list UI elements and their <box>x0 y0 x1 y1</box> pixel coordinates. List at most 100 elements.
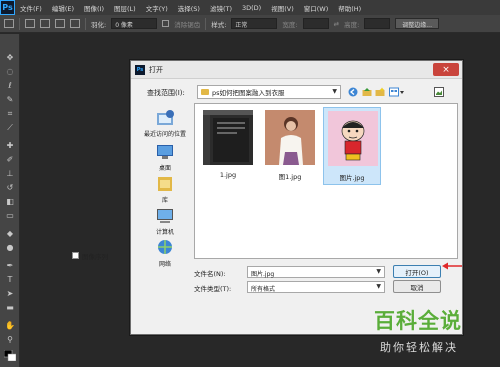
photoshop-logo: Ps <box>0 0 15 15</box>
back-icon[interactable] <box>348 87 358 97</box>
tools-panel: ✥ ◌ ℓ ✎ ⌗ ⟋ ✚ ✐ ⊥ ↺ ◧ ▭ ◆ ● ✒ T ➤ ▬ ✋ ⚲ <box>0 34 20 367</box>
add-selection-icon[interactable] <box>40 19 50 28</box>
up-folder-icon[interactable] <box>362 87 372 97</box>
file-name: 图片.jpg <box>339 174 365 182</box>
close-button[interactable]: × <box>433 63 459 76</box>
place-network[interactable]: 网络 <box>137 239 193 268</box>
crop-tool-icon[interactable]: ⌗ <box>4 108 16 119</box>
view-menu-icon[interactable] <box>389 87 405 97</box>
dodge-tool-icon[interactable]: ● <box>4 242 16 253</box>
open-button[interactable]: 打开(O) <box>393 265 441 278</box>
menu-bar: Ps 文件(F) 编辑(E) 图像(I) 图层(L) 文字(Y) 选择(S) 滤… <box>0 0 500 15</box>
libraries-icon <box>158 177 172 191</box>
hand-tool-icon[interactable]: ✋ <box>4 320 16 331</box>
place-label-desktop: 桌面 <box>158 165 171 172</box>
blur-tool-icon[interactable]: ◆ <box>4 228 16 239</box>
filename-label: 文件名(N): <box>194 270 226 278</box>
places-bar: 最近访问的位置 桌面 库 计算机 网络 <box>137 105 193 270</box>
menu-layer[interactable]: 图层(L) <box>109 3 141 13</box>
marquee-preset-icon[interactable] <box>4 19 14 28</box>
intersect-selection-icon[interactable] <box>70 19 80 28</box>
stamp-tool-icon[interactable]: ⊥ <box>4 168 16 179</box>
lookin-select[interactable]: ps如何把图案融入到衣服 ▼ <box>197 85 341 99</box>
desktop-icon <box>157 145 173 159</box>
menu-window[interactable]: 窗口(W) <box>299 3 334 13</box>
woman-photo-thumbnail-image <box>265 110 315 165</box>
refine-edge-button[interactable]: 调整边缘... <box>395 18 439 29</box>
style-select[interactable]: 正常 <box>231 18 278 29</box>
menu-type[interactable]: 文字(Y) <box>141 3 173 13</box>
recent-places-icon <box>157 110 174 125</box>
subtract-selection-icon[interactable] <box>55 19 65 28</box>
menu-select[interactable]: 选择(S) <box>173 3 205 13</box>
move-tool-icon[interactable]: ✥ <box>4 52 16 63</box>
filename-value: 图片.jpg <box>251 271 275 278</box>
antialias-label: 消除锯齿 <box>174 20 201 29</box>
eraser-tool-icon[interactable]: ◧ <box>4 196 16 207</box>
new-folder-icon[interactable] <box>375 87 385 97</box>
width-input[interactable] <box>302 18 329 29</box>
filetype-select[interactable]: 所有格式 ▼ <box>247 281 385 293</box>
lasso-tool-icon[interactable]: ℓ <box>4 80 16 91</box>
filetype-label: 文件类型(T): <box>194 285 232 293</box>
file-thumbnail-selected[interactable]: 图片.jpg <box>323 107 381 185</box>
place-label-libraries: 库 <box>161 197 168 204</box>
open-dialog: Ps 打开 × 查找范围(I): ps如何把图案融入到衣服 ▼ 最近访问的位置 … <box>130 60 463 335</box>
antialias-checkbox[interactable] <box>162 20 170 27</box>
shape-tool-icon[interactable]: ▬ <box>4 302 16 313</box>
menu-edit[interactable]: 编辑(E) <box>47 3 79 13</box>
watermark-title: 百科全说 <box>374 309 462 333</box>
menu-image[interactable]: 图像(I) <box>79 3 109 13</box>
menu-filter[interactable]: 滤镜(T) <box>205 3 237 13</box>
menu-3d[interactable]: 3D(D) <box>237 4 266 12</box>
feather-label: 羽化: <box>91 20 107 29</box>
place-label-recent: 最近访问的位置 <box>143 131 186 138</box>
divider <box>205 17 207 30</box>
dialog-titlebar[interactable]: Ps 打开 <box>131 61 462 79</box>
file-thumbnail[interactable]: 图1.jpg <box>261 107 319 185</box>
new-selection-icon[interactable] <box>25 19 35 28</box>
chevron-down-icon: ▼ <box>376 283 381 290</box>
height-input[interactable] <box>364 18 391 29</box>
place-computer[interactable]: 计算机 <box>137 207 193 236</box>
place-desktop[interactable]: 桌面 <box>137 143 193 172</box>
file-name: 图1.jpg <box>278 173 302 181</box>
lookin-label: 查找范围(I): <box>147 89 185 97</box>
watermark: 百科全说 助你轻松解决 <box>370 305 492 361</box>
image-sequence-checkbox[interactable] <box>72 252 79 259</box>
path-select-tool-icon[interactable]: ➤ <box>4 288 16 299</box>
options-bar: 羽化: 0 像素 消除锯齿 样式: 正常 宽度: ⇄ 高度: 调整边缘... <box>0 15 500 33</box>
brush-tool-icon[interactable]: ✐ <box>4 154 16 165</box>
computer-icon <box>157 209 173 223</box>
file-list[interactable]: 1.jpg 图1.jpg 图片.jpg <box>194 103 458 259</box>
cancel-button[interactable]: 取消 <box>393 280 441 293</box>
healing-tool-icon[interactable]: ✚ <box>4 140 16 151</box>
file-name: 1.jpg <box>219 171 237 179</box>
type-tool-icon[interactable]: T <box>4 274 16 285</box>
menu-help[interactable]: 帮助(H) <box>333 3 366 13</box>
marquee-tool-icon[interactable]: ◌ <box>4 66 16 77</box>
quick-select-tool-icon[interactable]: ✎ <box>4 94 16 105</box>
place-label-computer: 计算机 <box>155 229 174 236</box>
swap-icon[interactable]: ⇄ <box>334 20 339 28</box>
red-arrow-icon <box>442 262 462 270</box>
feather-input[interactable]: 0 像素 <box>111 18 158 29</box>
file-thumbnail[interactable]: 1.jpg <box>199 107 257 185</box>
place-recent[interactable]: 最近访问的位置 <box>137 109 193 138</box>
color-swatches-icon[interactable] <box>4 350 16 361</box>
eyedropper-tool-icon[interactable]: ⟋ <box>4 122 16 133</box>
filename-input[interactable]: 图片.jpg ▼ <box>247 266 385 278</box>
place-label-network: 网络 <box>158 261 171 268</box>
chevron-down-icon: ▼ <box>332 88 337 95</box>
width-label: 宽度: <box>282 20 298 29</box>
dialog-title: 打开 <box>149 65 163 74</box>
zoom-tool-icon[interactable]: ⚲ <box>4 334 16 345</box>
lookin-value: ps如何把图案融入到衣服 <box>212 89 285 97</box>
menu-file[interactable]: 文件(F) <box>15 3 47 13</box>
image-preview-icon[interactable] <box>434 87 444 97</box>
history-brush-tool-icon[interactable]: ↺ <box>4 182 16 193</box>
pen-tool-icon[interactable]: ✒ <box>4 260 16 271</box>
place-libraries[interactable]: 库 <box>137 175 193 204</box>
gradient-tool-icon[interactable]: ▭ <box>4 210 16 221</box>
menu-view[interactable]: 视图(V) <box>266 3 299 13</box>
